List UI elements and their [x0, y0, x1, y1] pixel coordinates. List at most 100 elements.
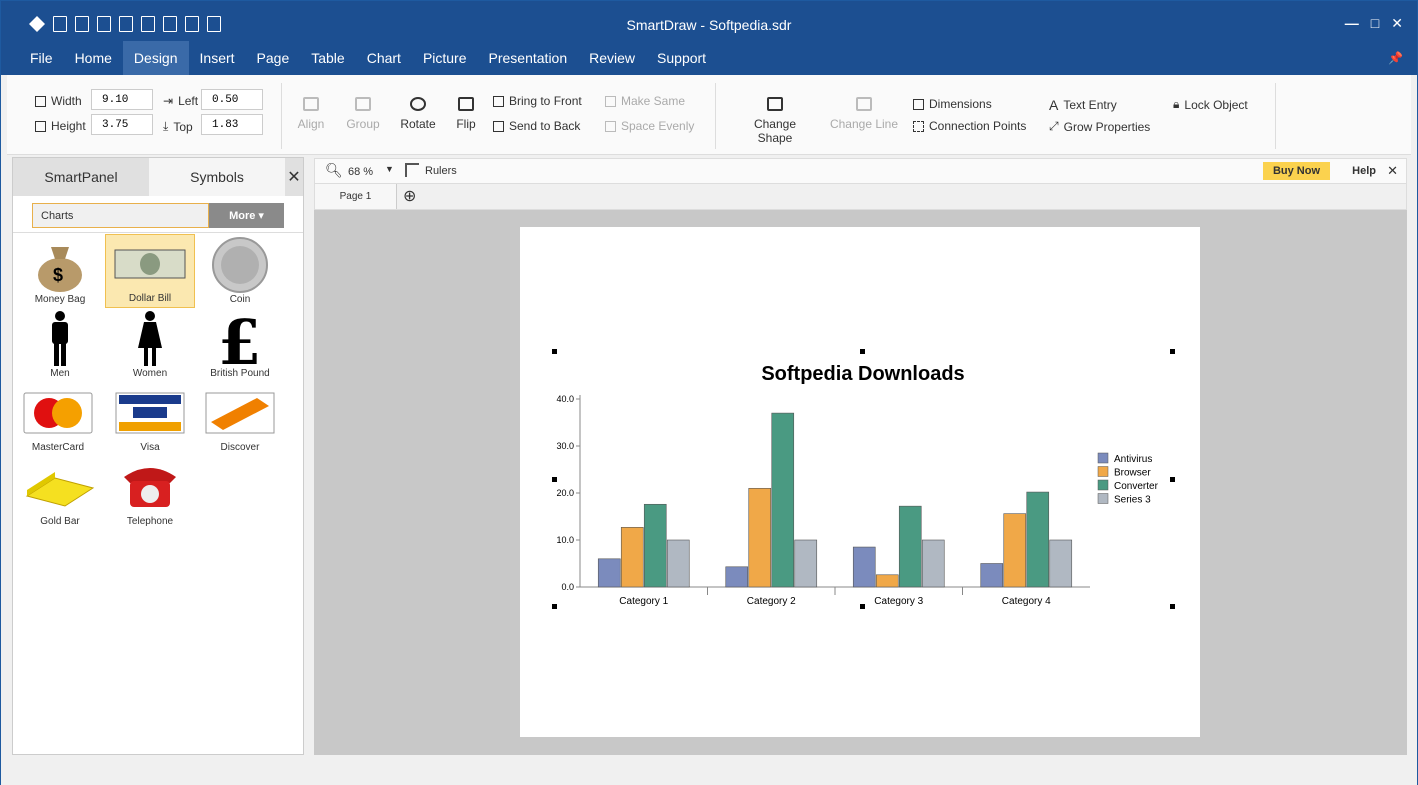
lock-object-button[interactable]: 🔒︎ Lock Object: [1173, 97, 1248, 112]
rulers-toggle[interactable]: Rulers: [425, 165, 457, 177]
chart-title: Softpedia Downloads: [761, 363, 964, 385]
legend-label: Antivirus: [1114, 454, 1152, 465]
menu-chart[interactable]: Chart: [356, 41, 412, 75]
minimize-button[interactable]: —: [1345, 15, 1359, 32]
top-input[interactable]: [201, 114, 263, 135]
lock-icon: 🔒︎: [1173, 97, 1180, 111]
bring-to-front-button[interactable]: Bring to Front: [493, 94, 582, 108]
symbol-women[interactable]: Women: [105, 310, 195, 384]
flip-button[interactable]: Flip: [451, 97, 481, 131]
menu-presentation[interactable]: Presentation: [478, 41, 579, 75]
selection-handle: [552, 604, 557, 609]
bring-front-icon: [493, 95, 504, 107]
tab-symbols[interactable]: Symbols: [149, 158, 285, 196]
space-evenly-icon: [605, 120, 616, 132]
width-icon: [35, 95, 46, 107]
chart-bar: [643, 503, 667, 588]
chart-bar: [597, 558, 621, 588]
ribbon-separator: [281, 83, 282, 149]
coin-icon: [212, 237, 268, 293]
canvas-close-icon[interactable]: ✕: [1387, 163, 1398, 179]
symbol-coin[interactable]: Coin: [195, 236, 285, 310]
menu-review[interactable]: Review: [578, 41, 646, 75]
symbol-telephone[interactable]: Telephone: [105, 458, 195, 532]
text-entry-button[interactable]: A Text Entry: [1049, 97, 1117, 113]
left-input[interactable]: [201, 89, 263, 110]
dimensions-button[interactable]: Dimensions: [913, 97, 992, 111]
group-button[interactable]: Group: [343, 97, 383, 131]
chart-bar: [620, 527, 644, 588]
zoom-icon[interactable]: 🔍︎: [325, 162, 343, 179]
align-button[interactable]: Align: [293, 97, 329, 131]
more-button[interactable]: More ▾: [209, 203, 284, 228]
help-button[interactable]: Help: [1352, 165, 1376, 177]
y-tick-label: 20.0: [556, 488, 574, 498]
y-tick-label: 10.0: [556, 535, 574, 545]
tab-smartpanel[interactable]: SmartPanel: [13, 158, 149, 196]
men-icon: [52, 311, 68, 366]
symbol-library-field[interactable]: Charts: [32, 203, 209, 228]
selection-handle: [1170, 477, 1175, 482]
maximize-button[interactable]: □: [1371, 15, 1379, 32]
telephone-icon: [124, 468, 176, 507]
symbol-gold-bar[interactable]: Gold Bar: [15, 458, 105, 532]
legend-swatch: [1097, 493, 1109, 504]
panel-close-button[interactable]: ✕: [285, 158, 303, 196]
chart-bar: [794, 539, 818, 588]
selection-handle: [552, 349, 557, 354]
menu-home[interactable]: Home: [64, 41, 123, 75]
selection-handle: [552, 477, 557, 482]
pin-ribbon-icon[interactable]: 📌: [1388, 51, 1403, 65]
send-to-back-button[interactable]: Send to Back: [493, 119, 580, 133]
money-bag-icon: $: [38, 247, 82, 292]
page-tab-bar: Page 1 ⊕: [314, 184, 1407, 210]
close-button[interactable]: ✕: [1391, 15, 1403, 32]
make-same-icon: [605, 95, 616, 107]
connection-points-button[interactable]: Connection Points: [913, 119, 1026, 133]
chart-bar: [748, 487, 772, 588]
symbol-money-bag[interactable]: $ Money Bag: [15, 236, 105, 310]
group-icon: [355, 97, 371, 111]
menu-picture[interactable]: Picture: [412, 41, 478, 75]
width-input[interactable]: [91, 89, 153, 110]
align-icon: [303, 97, 319, 111]
buy-now-button[interactable]: Buy Now: [1262, 162, 1330, 180]
menu-insert[interactable]: Insert: [189, 41, 246, 75]
symbol-british-pound[interactable]: £ British Pound: [195, 310, 285, 384]
menu-support[interactable]: Support: [646, 41, 717, 75]
grow-icon: ⤢: [1049, 119, 1059, 133]
chart-bar: [852, 546, 876, 588]
y-tick-label: 30.0: [556, 441, 574, 451]
bar-chart[interactable]: Softpedia Downloads 0.0 10.0 20.0 30.0 40.0 Ca…: [520, 227, 1200, 737]
page-tab[interactable]: Page 1: [315, 184, 397, 209]
chart-bar: [1049, 539, 1073, 588]
rotate-button[interactable]: Rotate: [397, 97, 439, 131]
menu-design[interactable]: Design: [122, 41, 189, 75]
flip-icon: [458, 97, 474, 111]
change-shape-button[interactable]: Change Shape: [737, 97, 813, 145]
menu-table[interactable]: Table: [300, 41, 355, 75]
change-shape-icon: [767, 97, 783, 111]
symbol-mastercard[interactable]: MasterCard: [13, 384, 103, 458]
make-same-button[interactable]: Make Same: [605, 94, 685, 108]
space-evenly-button[interactable]: Space Evenly: [605, 119, 694, 133]
window-title: SmartDraw - Softpedia.sdr: [626, 17, 792, 33]
zoom-level[interactable]: 68 %: [348, 166, 373, 178]
y-tick-label: 0.0: [561, 582, 574, 592]
menu-file[interactable]: File: [19, 41, 64, 75]
symbol-discover[interactable]: Discover: [195, 384, 285, 458]
drawing-canvas[interactable]: Softpedia Downloads 0.0 10.0 20.0 30.0 40.0 Ca…: [314, 210, 1407, 755]
menu-page[interactable]: Page: [246, 41, 301, 75]
grow-properties-button[interactable]: ⤢ Grow Properties: [1049, 119, 1150, 134]
change-line-button[interactable]: Change Line: [829, 97, 899, 131]
left-label: ⇥ Left: [163, 94, 199, 108]
add-page-button[interactable]: ⊕: [403, 186, 416, 206]
page-sheet[interactable]: Softpedia Downloads 0.0 10.0 20.0 30.0 40.0 Ca…: [520, 227, 1200, 737]
zoom-dropdown-icon[interactable]: ▼: [385, 164, 394, 174]
chart-bar: [921, 539, 945, 588]
symbol-dollar-bill[interactable]: Dollar Bill: [105, 234, 195, 308]
height-input[interactable]: [91, 114, 153, 135]
legend-swatch: [1097, 452, 1109, 464]
symbol-visa[interactable]: Visa: [105, 384, 195, 458]
symbol-men[interactable]: Men: [15, 310, 105, 384]
